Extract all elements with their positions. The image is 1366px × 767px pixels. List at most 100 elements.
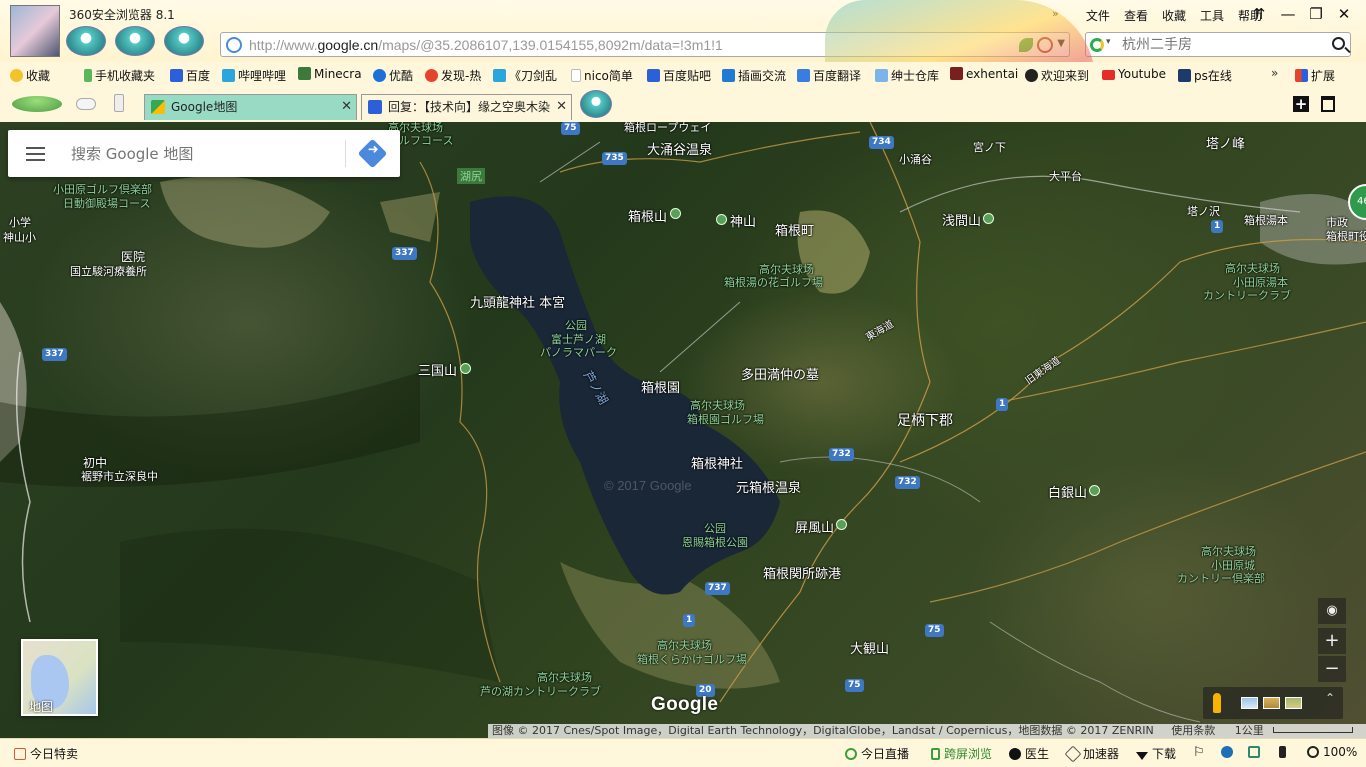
bookmark-nico[interactable]: nico简单 <box>571 67 633 84</box>
address-url[interactable]: http://www.google.cn/maps/@35.2086107,13… <box>249 37 809 53</box>
imagery-thumb-icon[interactable] <box>1263 697 1280 709</box>
directions-icon[interactable] <box>357 138 388 169</box>
bookmark-touken[interactable]: 《刀剑乱 <box>493 67 557 84</box>
map-label[interactable]: 塔ノ峰 <box>1206 133 1245 152</box>
bookmark-weibo[interactable]: 发现-热 <box>425 67 481 84</box>
map-label[interactable]: 裾野市立深良中 <box>81 468 158 484</box>
bookmark-youtube[interactable]: Youtube <box>1102 67 1166 81</box>
map-label[interactable]: 元箱根温泉 <box>736 477 801 496</box>
new-tab-character-icon[interactable] <box>580 90 612 118</box>
bookmark-ps-online[interactable]: ps在线 <box>1178 67 1232 84</box>
bookmark-exhentai[interactable]: exhentai <box>950 67 1018 81</box>
map-label[interactable]: 箱根町役 <box>1326 228 1366 244</box>
tab-close-icon[interactable]: ✕ <box>556 95 567 119</box>
skin-character-icon-2[interactable] <box>115 26 155 56</box>
turtle-icon[interactable] <box>12 96 62 112</box>
map-label[interactable]: ルフコース <box>399 132 453 148</box>
map-label[interactable]: 神山 <box>730 211 756 230</box>
my-location-icon[interactable]: ◉ <box>1318 598 1346 624</box>
map-layer-toggle[interactable]: 地图 <box>21 639 98 716</box>
map-label[interactable]: 九頭龍神社 本宮 <box>470 292 565 311</box>
cloud-sync-icon[interactable] <box>76 98 96 110</box>
today-deals[interactable]: 今日特卖 <box>14 745 78 762</box>
screenshot-icon[interactable] <box>1248 745 1264 759</box>
bookmark-tieba[interactable]: 百度贴吧 <box>647 67 711 84</box>
tab-tieba-reply[interactable]: 回复：【技术向】缘之空奥木染 ✕ <box>361 94 572 120</box>
map-canvas[interactable]: © 2017 Google 大涌谷温泉 箱根山 神山 箱根町 高尔夫球场 箱根湯… <box>0 122 1366 738</box>
map-label[interactable]: 箱根神社 <box>691 453 743 472</box>
imagery-thumb-icon[interactable] <box>1285 697 1302 709</box>
flag-icon[interactable]: ⚐ <box>1193 745 1205 760</box>
bookmark-warehouse[interactable]: 绅士仓库 <box>875 67 939 84</box>
map-label[interactable]: 箱根湯の花ゴルフ場 <box>724 274 823 290</box>
volume-icon[interactable] <box>1279 745 1290 759</box>
restore-button[interactable]: ❐ <box>1303 3 1329 25</box>
bookmark-pixiv[interactable]: 插画交流 <box>722 67 786 84</box>
search-icon[interactable] <box>1332 37 1345 50</box>
pin-icon[interactable]: ⇈ <box>1246 3 1272 25</box>
menu-tools[interactable]: 工具 <box>1200 7 1224 24</box>
menu-favorites[interactable]: 收藏 <box>1162 7 1186 24</box>
bookmark-favorites[interactable]: 收藏 <box>10 67 50 84</box>
zoom-level[interactable]: 100% <box>1307 745 1357 759</box>
bookmarks-more-icon[interactable]: » <box>1271 66 1278 80</box>
map-label[interactable]: 大平台 <box>1049 168 1082 184</box>
search-input[interactable] <box>1122 36 1322 54</box>
map-label[interactable]: 箱根町 <box>775 220 814 239</box>
bookmark-baidu[interactable]: 百度 <box>170 67 210 84</box>
map-label[interactable]: 箱根関所跡港 <box>763 563 841 582</box>
map-label[interactable]: 箱根ロープウェイ <box>624 122 711 135</box>
close-button[interactable]: ✕ <box>1331 3 1357 25</box>
browser-avatar-icon[interactable] <box>10 5 60 57</box>
map-label[interactable]: 白銀山 <box>1048 482 1087 501</box>
tab-google-maps[interactable]: Google地图 ✕ <box>144 94 357 120</box>
map-label[interactable]: 塔ノ沢 <box>1187 203 1220 219</box>
map-label[interactable]: 三国山 <box>418 360 457 379</box>
zoom-out-button[interactable]: − <box>1318 656 1346 682</box>
minimize-button[interactable]: — <box>1275 3 1301 25</box>
edge-icon[interactable] <box>1221 745 1237 759</box>
safe-leaf-icon[interactable] <box>1019 38 1033 52</box>
menu-file[interactable]: 文件 <box>1086 7 1110 24</box>
map-label[interactable]: 足柄下郡 <box>897 410 953 430</box>
bookmark-youku[interactable]: 优酷 <box>373 67 413 84</box>
pegman-icon[interactable] <box>1213 693 1221 713</box>
site-info-icon[interactable] <box>226 37 242 53</box>
map-label[interactable]: 神山小 <box>3 229 36 245</box>
map-label[interactable]: 箱根山 <box>628 206 667 225</box>
cross-screen-button[interactable]: 跨屏浏览 <box>931 745 992 762</box>
menu-more-icon[interactable]: » <box>1052 7 1059 20</box>
menu-view[interactable]: 查看 <box>1124 7 1148 24</box>
extension-icon[interactable] <box>1037 37 1053 53</box>
menu-hamburger-icon[interactable] <box>26 147 45 161</box>
live-button[interactable]: 今日直播 <box>845 745 909 762</box>
map-label[interactable]: 大涌谷温泉 <box>647 139 712 158</box>
map-search-input[interactable] <box>71 143 341 165</box>
map-label[interactable]: 屏風山 <box>795 517 834 536</box>
scale-label[interactable]: 1公里 <box>1235 724 1264 737</box>
map-label[interactable]: 箱根園 <box>641 377 680 396</box>
mobile-icon[interactable] <box>114 94 124 112</box>
chevron-up-icon[interactable]: ⌃ <box>1325 691 1335 705</box>
map-label[interactable]: 多田満仲の墓 <box>741 364 819 383</box>
map-label[interactable]: カントリー倶楽部 <box>1177 570 1265 586</box>
bookmark-steam[interactable]: 欢迎来到 <box>1025 67 1089 84</box>
terms-link[interactable]: 使用条款 <box>1171 724 1215 737</box>
extensions-button[interactable]: 扩展 <box>1295 67 1335 84</box>
zoom-in-button[interactable]: + <box>1318 628 1346 654</box>
map-label[interactable]: 小涌谷 <box>899 151 932 167</box>
doctor-button[interactable]: 医生 <box>1009 745 1049 762</box>
bookmark-bilibili[interactable]: 哔哩哔哩 <box>222 67 286 84</box>
map-label[interactable]: 国立駿河療養所 <box>70 263 147 279</box>
map-label[interactable]: 浅間山 <box>942 210 981 229</box>
map-label[interactable]: 箱根園ゴルフ場 <box>687 411 764 427</box>
trash-icon[interactable] <box>1321 96 1335 112</box>
map-label[interactable]: 湖尻 <box>457 168 485 184</box>
map-label[interactable]: カントリークラブ <box>1203 287 1291 303</box>
map-label[interactable]: 小学 <box>9 214 31 230</box>
tab-close-icon[interactable]: ✕ <box>341 95 352 119</box>
map-label[interactable]: 大観山 <box>850 638 889 657</box>
download-button[interactable]: 下载 <box>1136 745 1176 762</box>
address-bar[interactable]: http://www.google.cn/maps/@35.2086107,13… <box>220 32 1070 57</box>
address-dropdown-icon[interactable]: ▼ <box>1057 38 1065 49</box>
